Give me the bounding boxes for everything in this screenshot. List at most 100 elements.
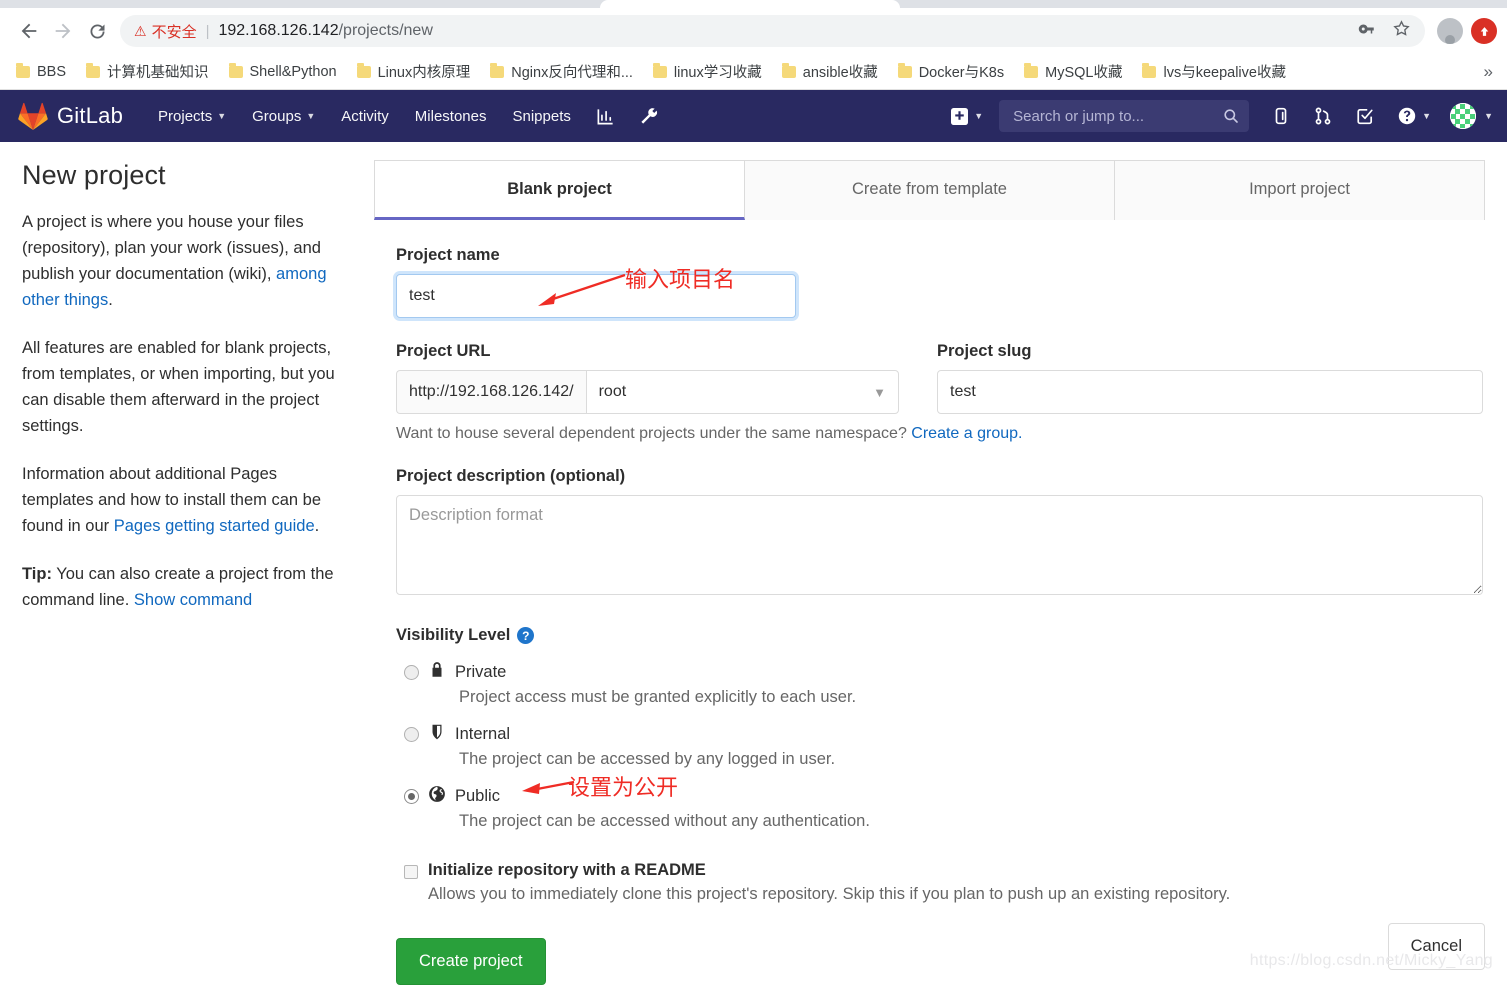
extension-icon[interactable] [1471,18,1497,44]
folder-icon [781,62,796,78]
browser-chrome: ⚠ 不安全 | 192.168.126.142/projects/new BBS… [0,0,1507,90]
intro-p3-tail: . [314,517,320,535]
help-icon[interactable]: ▼ [1387,101,1442,131]
gitlab-logo-icon [18,102,48,130]
nav-label: Snippets [512,107,571,125]
analytics-icon[interactable] [584,101,627,132]
gitlab-nav-links: Projects ▼ Groups ▼ Activity Milestones Sn… [145,101,670,132]
folder-icon [1024,62,1039,78]
browser-toolbar: ⚠ 不安全 | 192.168.126.142/projects/new [0,8,1507,54]
folder-icon [490,62,505,78]
merge-requests-icon[interactable] [1303,101,1343,131]
forward-arrow-icon[interactable] [46,14,80,48]
wrench-icon[interactable] [627,101,670,132]
readme-checkbox-row[interactable]: Initialize repository with a README [396,861,1483,880]
bookmark-label: Shell&Python [249,63,337,80]
issues-icon[interactable] [1261,101,1301,131]
pages-guide-link[interactable]: Pages getting started guide [114,517,315,535]
visibility-option-internal-name: Internal [455,725,511,743]
visibility-option-internal-head: Internal [404,723,1483,746]
readme-checkbox[interactable] [404,865,418,879]
show-command-link[interactable]: Show command [134,591,252,609]
search-input[interactable] [1011,106,1224,126]
project-slug-group: Project slug [937,342,1483,414]
chevron-down-icon[interactable]: ▼ [1484,111,1493,121]
bookmark-item[interactable]: MySQL收藏 [1014,57,1132,86]
gitlab-navbar-right: ▼ ▼ [943,100,1493,132]
project-url-label: Project URL [396,342,491,360]
bookmark-label: Docker与K8s [918,65,1005,81]
bookmark-label: linux学习收藏 [673,65,762,81]
visibility-option-private-desc: Project access must be granted explicitl… [459,688,857,706]
tab-label: Blank project [507,180,612,198]
search-box[interactable] [999,100,1250,132]
bookmark-item[interactable]: linux学习收藏 [643,57,772,86]
reload-icon[interactable] [80,14,114,48]
avatar[interactable] [1450,103,1477,129]
browser-active-tab[interactable] [600,0,900,8]
project-url-prefix: http://192.168.126.142/ [396,370,586,414]
intro-paragraph-4: Tip: You can also create a project from … [22,561,346,613]
bookmark-item[interactable]: 计算机基础知识 [76,57,219,86]
nav-label: Projects [158,107,213,125]
nav-item-groups[interactable]: Groups ▼ [239,102,328,131]
visibility-option-public-name: Public [455,787,500,805]
create-a-group-link[interactable]: Create a group. [911,425,1022,442]
radio-public[interactable] [404,789,419,804]
globe-icon [428,785,446,808]
gitlab-home-link[interactable]: GitLab [18,102,123,130]
bookmark-item[interactable]: Linux内核原理 [347,57,481,86]
radio-private[interactable] [404,665,419,680]
nav-item-activity[interactable]: Activity [328,102,402,131]
bookmarks-bar: BBS 计算机基础知识 Shell&Python Linux内核原理 Nginx… [0,54,1507,90]
tab-import-project[interactable]: Import project [1115,160,1485,220]
project-slug-input[interactable] [937,370,1483,414]
bookmarks-overflow-button[interactable]: » [1476,58,1501,86]
new-project-form: Project name Project URL http://192.168.… [374,220,1485,985]
nav-item-projects[interactable]: Projects ▼ [145,102,239,131]
address-bar[interactable]: ⚠ 不安全 | 192.168.126.142/projects/new [120,15,1425,47]
bookmark-item[interactable]: BBS [6,60,76,84]
nav-item-milestones[interactable]: Milestones [402,102,500,131]
chevron-down-icon: ▼ [974,111,984,121]
intro-p1-tail: . [108,291,113,309]
bookmark-label: MySQL收藏 [1045,65,1123,81]
question-mark-icon[interactable]: ? [517,627,535,644]
chevron-down-icon: ▼ [873,384,886,400]
namespace-select[interactable]: root ▼ [585,370,899,414]
project-name-input[interactable] [396,274,796,318]
star-icon[interactable] [1392,19,1411,43]
profile-avatar-icon[interactable] [1437,18,1463,44]
todos-icon[interactable] [1345,101,1385,131]
tab-label: Create from template [852,180,1007,198]
omnibox-divider: | [205,22,210,40]
visibility-option-public-head: Public [404,785,1483,808]
visibility-level-label: Visibility Level ? [396,626,1483,645]
radio-internal[interactable] [404,727,419,742]
url-host: 192.168.126.142 [218,22,339,39]
tab-blank-project[interactable]: Blank project [374,160,745,220]
namespace-hint-text: Want to house several dependent projects… [396,425,912,442]
back-arrow-icon[interactable] [12,14,46,48]
visibility-option-private-name: Private [455,663,507,681]
namespace-hint: Want to house several dependent projects… [396,425,1483,443]
project-name-label: Project name [396,246,500,264]
key-icon[interactable] [1358,20,1376,43]
bookmark-item[interactable]: Docker与K8s [888,57,1014,86]
new-item-button[interactable]: ▼ [943,102,991,131]
project-description-textarea[interactable] [396,495,1483,595]
bookmark-item[interactable]: Shell&Python [219,60,347,84]
visibility-option-internal[interactable]: Internal The project can be accessed by … [396,723,1483,769]
visibility-option-private[interactable]: Private Project access must be granted e… [396,661,1483,707]
folder-icon [1142,62,1157,78]
bookmark-label: lvs与keepalive收藏 [1163,65,1286,81]
bookmark-item[interactable]: ansible收藏 [772,57,888,86]
tab-create-from-template[interactable]: Create from template [745,160,1115,220]
intro-paragraph-2: All features are enabled for blank proje… [22,339,335,435]
browser-tab-strip [0,0,1507,8]
visibility-option-public[interactable]: Public The project can be accessed witho… [396,785,1483,831]
bookmark-item[interactable]: Nginx反向代理和... [480,57,643,86]
nav-item-snippets[interactable]: Snippets [499,102,583,131]
bookmark-item[interactable]: lvs与keepalive收藏 [1132,57,1296,86]
project-url-group: Project URL http://192.168.126.142/ root… [396,342,899,414]
